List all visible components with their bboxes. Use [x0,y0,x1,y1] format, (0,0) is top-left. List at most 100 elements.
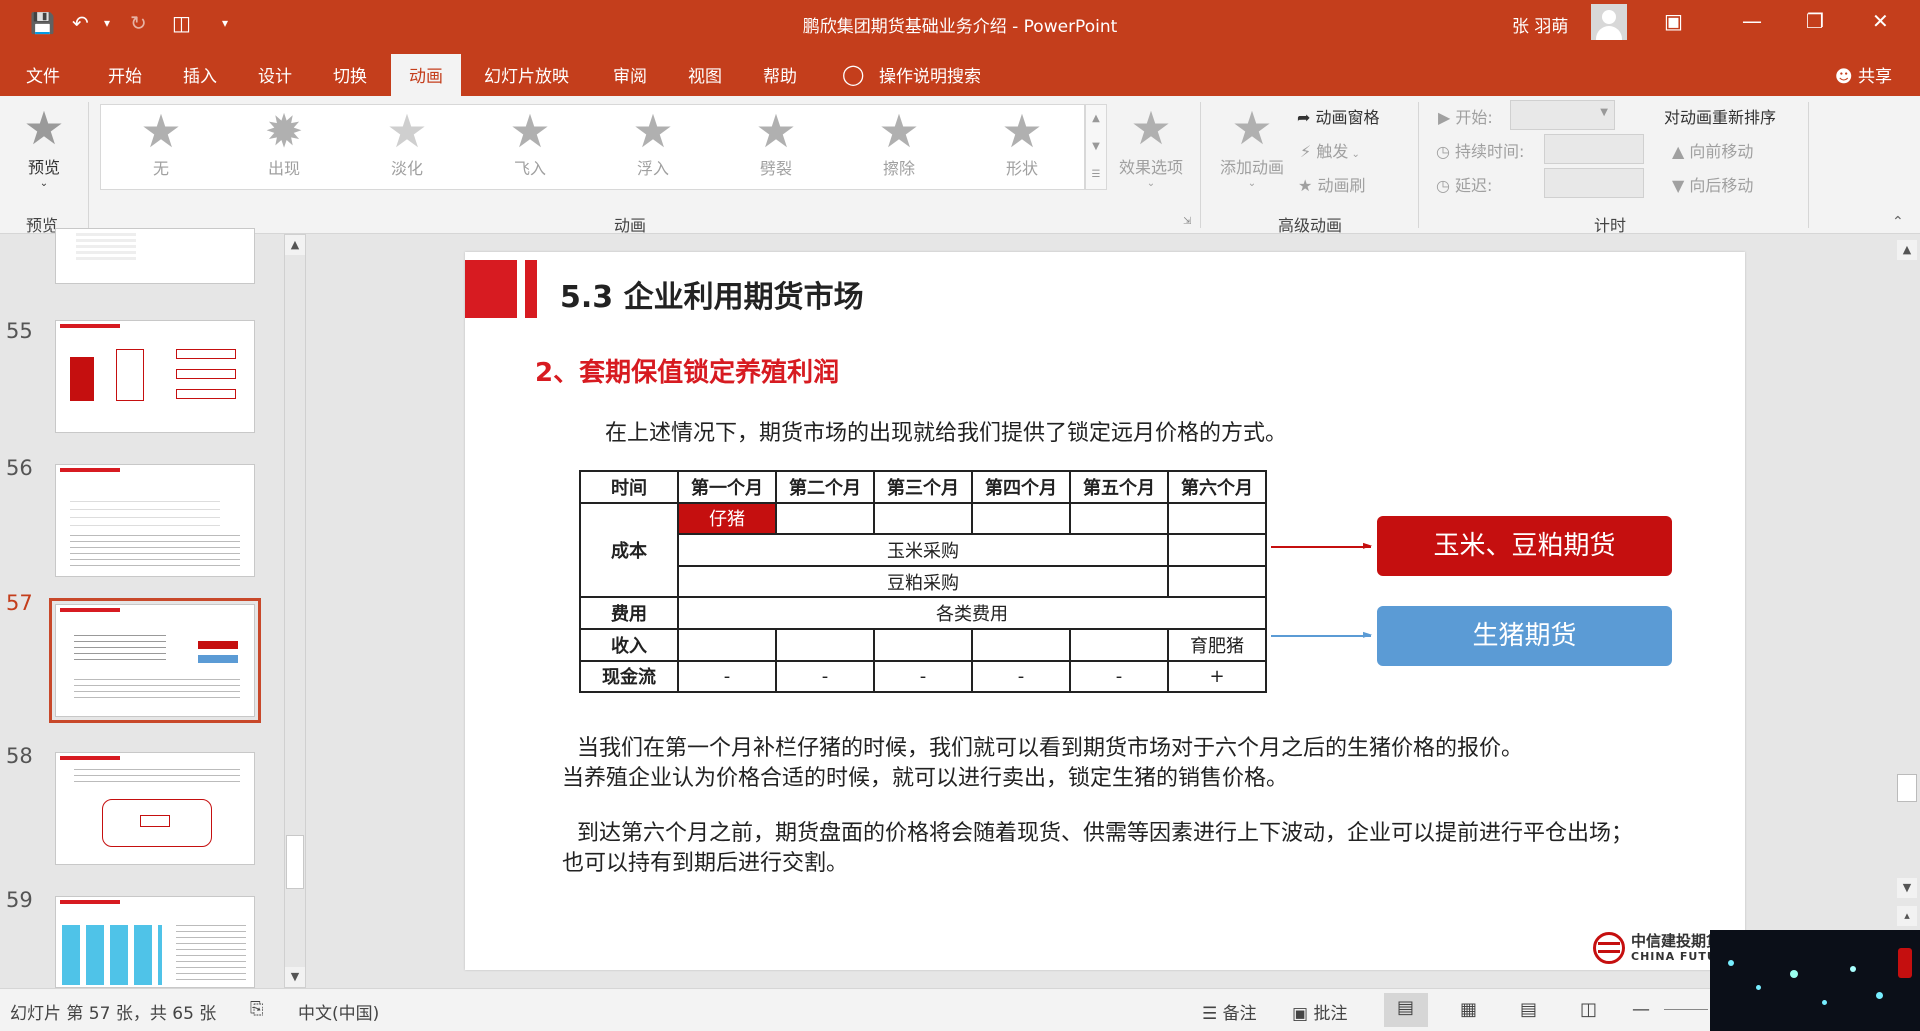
scroll-up-icon[interactable]: ▲ [285,235,305,255]
delay-spinner[interactable] [1544,168,1644,198]
move-later-button[interactable]: ▼ 向后移动 [1672,172,1753,196]
tab-review[interactable]: 审阅 [613,62,647,87]
thumbnail-54[interactable] [55,228,255,284]
fattened-pig-cell: 育肥猪 [1167,627,1267,662]
feed-futures-box[interactable]: 玉米、豆粕期货 [1377,516,1672,576]
notes-button[interactable]: ☰ 备注 [1202,999,1257,1024]
thumbnail-59[interactable] [55,896,255,988]
tab-transitions[interactable]: 切换 [333,62,367,87]
lightning-icon: ⚡ [1300,142,1317,161]
logo-en: CHINA FUTU [1631,950,1717,963]
move-earlier-button[interactable]: ▲ 向前移动 [1672,138,1753,162]
start-dropdown-icon: ▼ [1600,107,1608,118]
animation-fly-in[interactable]: ★ 飞入 [475,105,585,191]
effect-options-button[interactable]: ★ 效果选项 ⌄ [1112,102,1190,189]
animation-appear[interactable]: ✹ 出现 [229,105,339,191]
animation-shape[interactable]: ★ 形状 [967,105,1077,191]
animation-fade[interactable]: ★ 淡化 [352,105,462,191]
avatar[interactable] [1591,4,1627,40]
preview-button[interactable]: ★ 预览 ⌄ [16,102,72,189]
animation-painter-button[interactable]: ★ 动画刷 [1298,172,1365,196]
add-animation-button[interactable]: ★ 添加动画 ⌄ [1212,102,1292,189]
maximize-icon[interactable]: ❐ [1806,9,1824,33]
slide-counter: 幻灯片 第 57 张，共 65 张 [10,1004,217,1024]
slide-thumbnails-panel: 55 56 57 58 59 ▲ ▼ [0,228,310,988]
tab-view[interactable]: 视图 [688,62,722,87]
tab-design[interactable]: 设计 [258,62,292,87]
gallery-scroll[interactable]: ▲ ▼ ☰ [1085,104,1107,190]
editor-scrollbar[interactable]: ▲ ▼ ▴ [1894,234,1920,988]
slide-number-57: 57 [6,591,33,615]
collapse-ribbon-icon[interactable]: ⌃ [1892,214,1904,230]
thumbnail-57-selected[interactable] [49,598,261,723]
thumbnail-58[interactable] [55,752,255,865]
cost-income-table[interactable]: 时间 第一个月 第二个月 第三个月 第四个月 第五个月 第六个月 成本 仔猪 玉… [579,470,1267,694]
ribbon-display-icon[interactable]: ▣ [1664,9,1683,33]
start-select[interactable]: ▼ [1510,100,1615,130]
gallery-more-icon[interactable]: ☰ [1086,161,1106,189]
animation-split[interactable]: ★ 劈裂 [721,105,831,191]
trigger-button[interactable]: ⚡ 触发 ⌄ [1300,138,1360,162]
comments-button[interactable]: ▣ 批注 [1292,999,1347,1024]
scroll-down-icon[interactable]: ▼ [285,967,305,987]
slide-title[interactable]: 5.3 企业利用期货市场 [560,272,864,316]
editor-scroll-up-icon[interactable]: ▲ [1897,240,1917,260]
thumbnail-55[interactable] [55,320,255,433]
title-decoration-thin [525,260,537,318]
arrow-to-feed-futures [1271,546,1371,548]
hog-futures-box[interactable]: 生猪期货 [1377,606,1672,666]
tell-me-search[interactable]: 操作说明搜索 [879,62,981,87]
reading-view-icon[interactable]: ▤ [1520,999,1537,1020]
tab-help[interactable]: 帮助 [763,62,797,87]
duration-spinner[interactable] [1544,134,1644,164]
slideshow-view-icon[interactable]: ◫ [1580,999,1597,1020]
previous-slide-icon[interactable]: ▴ [1897,906,1917,926]
ribbon-tabs: 文件 开始 插入 设计 切换 动画 幻灯片放映 审阅 视图 帮助 ◯ 操作说明搜… [0,46,1920,96]
animation-pane-button[interactable]: ➦ 动画窗格 [1297,104,1380,128]
share-label: 共享 [1858,67,1892,87]
table-row: 现金流 - - - - - + [579,659,1267,694]
animation-none[interactable]: ★ 无 [106,105,216,191]
user-name[interactable]: 张 羽萌 [1512,12,1568,37]
cashflow-cell: - [775,659,875,694]
tab-home[interactable]: 开始 [108,62,142,87]
tab-file[interactable]: 文件 [26,62,60,87]
scroll-thumb[interactable] [286,835,304,889]
accessibility-icon[interactable]: ⎘ [250,999,264,1019]
minimize-icon[interactable]: — [1742,9,1762,33]
thumbnail-56[interactable] [55,464,255,577]
table-header-cell: 时间 [579,470,679,504]
table-row: 时间 第一个月 第二个月 第三个月 第四个月 第五个月 第六个月 [579,470,1267,504]
thumbnail-scrollbar[interactable]: ▲ ▼ [284,234,306,988]
gallery-up-icon[interactable]: ▲ [1086,105,1106,133]
tab-slideshow[interactable]: 幻灯片放映 [484,62,569,87]
tab-animations[interactable]: 动画 [391,54,461,96]
zoom-out-icon[interactable]: — [1632,999,1650,1020]
paragraph-1-line-1[interactable]: 当我们在第一个月补栏仔猪的时候，我们就可以看到期货市场对于六个月之后的生猪价格的… [577,730,1523,762]
zoom-slider[interactable] [1664,1009,1708,1010]
dialog-launcher-icon[interactable]: ⇲ [1183,216,1191,227]
add-star-icon: ★ [1231,101,1273,155]
language-indicator[interactable]: 中文(中国) [298,999,379,1024]
table-header-cell: 第一个月 [677,470,777,504]
section-subtitle[interactable]: 2、套期保值锁定养殖利润 [535,352,839,389]
animation-float-in[interactable]: ★ 浮入 [598,105,708,191]
tab-insert[interactable]: 插入 [183,62,217,87]
animation-wipe[interactable]: ★ 擦除 [844,105,954,191]
gallery-down-icon[interactable]: ▼ [1086,133,1106,161]
advanced-group-label: 高级动画 [1277,216,1342,235]
status-bar: 幻灯片 第 57 张，共 65 张 ⎘ 中文(中国) ☰ 备注 ▣ 批注 ▤ ▦… [0,988,1920,1031]
add-dropdown-icon: ⌄ [1247,178,1257,189]
slide-canvas[interactable]: 5.3 企业利用期货市场 2、套期保值锁定养殖利润 在上述情况下，期货市场的出现… [465,252,1745,970]
editor-scroll-thumb[interactable] [1897,774,1917,802]
cashflow-cell: + [1167,659,1267,694]
add-animation-label: 添加动画 [1219,158,1284,177]
intro-text[interactable]: 在上述情况下，期货市场的出现就给我们提供了锁定远月价格的方式。 [605,415,1287,447]
close-icon[interactable]: ✕ [1872,9,1889,33]
share-button[interactable]: ☻ 共享 [1835,62,1892,87]
paragraph-2-line-1[interactable]: 到达第六个月之前，期货盘面的价格将会随着现货、供需等因素进行上下波动，企业可以提… [577,815,1633,847]
paragraph-1-line-2[interactable]: 当养殖企业认为价格合适的时候，就可以进行卖出，锁定生猪的销售价格。 [562,760,1288,792]
editor-scroll-down-icon[interactable]: ▼ [1897,878,1917,898]
paragraph-2-line-2[interactable]: 也可以持有到期后进行交割。 [562,845,848,877]
slide-sorter-icon[interactable]: ▦ [1460,999,1477,1020]
